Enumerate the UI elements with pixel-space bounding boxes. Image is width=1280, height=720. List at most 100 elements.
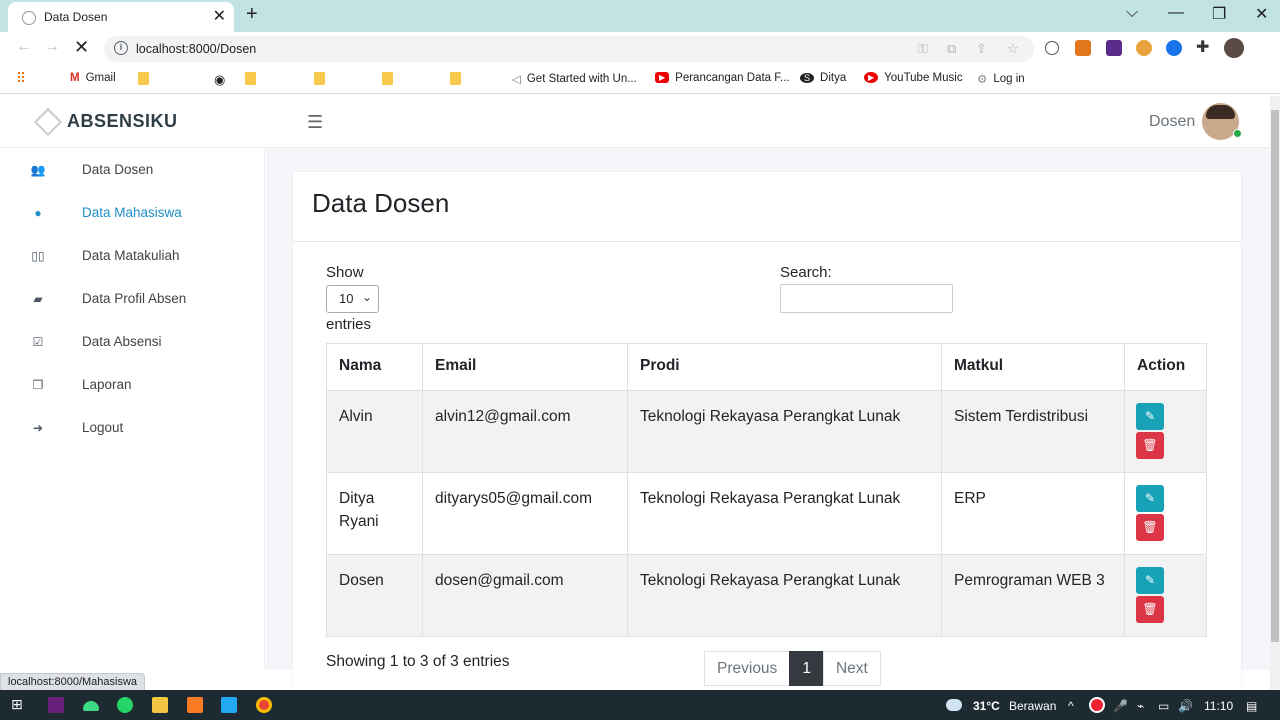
windows-start-icon[interactable]: ⊞ (11, 696, 27, 712)
extensions-puzzle-icon[interactable]: ✚ (1196, 40, 1212, 56)
clock-time[interactable]: 11:10 (1204, 699, 1233, 713)
tab-search-icon[interactable]: ⌵ (1126, 4, 1138, 22)
sidebar-item-data-profil-absen[interactable]: ▰ Data Profil Absen (0, 284, 265, 314)
bookmark-folder[interactable] (314, 72, 325, 85)
sidebar-item-laporan[interactable]: ❐ Laporan (0, 370, 265, 400)
cell-prodi: Teknologi Rekayasa Perangkat Lunak (627, 472, 942, 555)
edit-button[interactable]: ✎ (1136, 485, 1164, 512)
notifications-icon[interactable]: ▤ (1246, 699, 1257, 713)
site-info-icon[interactable]: i (114, 41, 128, 55)
share-icon[interactable]: ⇪ (976, 41, 987, 57)
brand-logo[interactable]: ABSENSIKU (67, 111, 178, 132)
metamask-icon[interactable] (1075, 40, 1091, 56)
bookmarks-bar: ⠿ M Gmail ◉ ◁ Get Started with Un... ▶ Pera… (0, 66, 1280, 94)
cell-action: ✎ 🗑 (1124, 472, 1207, 555)
sidebar: 👥 Data Dosen ● Data Mahasiswa ▯▯ Data Ma… (0, 148, 265, 670)
xampp-icon[interactable] (187, 697, 203, 713)
bookmark-ditya[interactable]: S Ditya (800, 72, 846, 84)
column-header-nama[interactable]: Nama (326, 343, 423, 391)
cell-prodi: Teknologi Rekayasa Perangkat Lunak (627, 390, 942, 473)
address-url[interactable]: localhost:8000/Dosen (136, 42, 256, 56)
volume-icon[interactable]: 🔊 (1178, 699, 1193, 713)
extension-cloud-icon[interactable] (1045, 41, 1059, 55)
chrome-icon[interactable] (256, 697, 272, 713)
folder-icon (450, 72, 461, 85)
bookmark-get-started[interactable]: ◁ Get Started with Un... (512, 72, 637, 86)
bookmark-folder[interactable] (450, 72, 461, 85)
column-header-matkul[interactable]: Matkul (941, 343, 1125, 391)
chevron-up-icon[interactable]: ^ (1068, 699, 1074, 713)
extension-cookie-icon[interactable] (1136, 40, 1152, 56)
pagination-next[interactable]: Next (822, 651, 881, 686)
pencil-icon: ✎ (1144, 573, 1156, 587)
forward-icon[interactable]: → (44, 38, 60, 56)
weather-condition[interactable]: Berawan (1009, 699, 1056, 713)
folder-icon (382, 72, 393, 85)
network-icon[interactable]: ⌁ (1137, 699, 1144, 713)
sidebar-item-data-matakuliah[interactable]: ▯▯ Data Matakuliah (0, 241, 265, 271)
battery-icon[interactable]: ▭ (1158, 699, 1169, 713)
table-row: Alvin alvin12@gmail.com Teknologi Rekaya… (326, 390, 1207, 473)
sidebar-item-data-absensi[interactable]: ☑ Data Absensi (0, 327, 265, 357)
bookmark-perancangan[interactable]: ▶ Perancangan Data F... (655, 72, 790, 84)
file-explorer-icon[interactable] (152, 697, 168, 713)
entries-label: entries (326, 316, 372, 333)
sidebar-item-data-dosen[interactable]: 👥 Data Dosen (0, 155, 265, 185)
back-icon[interactable]: ← (16, 38, 32, 56)
bookmark-folder[interactable] (382, 72, 393, 85)
tab-close-icon[interactable]: ✕ (213, 6, 226, 26)
search-input[interactable] (780, 284, 953, 313)
column-header-email[interactable]: Email (422, 343, 628, 391)
whatsapp-icon[interactable] (117, 697, 133, 713)
android-studio-icon[interactable] (83, 701, 99, 711)
column-header-prodi[interactable]: Prodi (627, 343, 942, 391)
page-size-value: 10 (339, 291, 354, 306)
new-tab-button[interactable]: + (246, 3, 258, 26)
delete-button[interactable]: 🗑 (1136, 596, 1164, 623)
apps-grid-icon[interactable]: ⠿ (16, 70, 26, 87)
cell-email: alvin12@gmail.com (422, 390, 628, 473)
pagination-previous[interactable]: Previous (704, 651, 791, 686)
delete-button[interactable]: 🗑 (1136, 432, 1164, 459)
browser-tab[interactable]: Data Dosen ✕ (8, 2, 234, 32)
translate-icon[interactable]: ⧉ (947, 41, 956, 57)
bookmark-login[interactable]: ⚙ Log in (977, 72, 1025, 86)
cell-action: ✎ 🗑 (1124, 554, 1207, 637)
profile-avatar[interactable] (1224, 38, 1244, 58)
bookmark-gmail[interactable]: M Gmail (70, 72, 116, 84)
youtube-music-icon: ▶ (864, 72, 879, 84)
user-name[interactable]: Dosen (1149, 113, 1195, 131)
online-status-dot (1233, 129, 1242, 138)
vscode-icon[interactable] (221, 697, 237, 713)
stop-loading-icon[interactable]: ✕ (74, 37, 89, 58)
cell-email: dityarys05@gmail.com (422, 472, 628, 555)
page-scrollbar[interactable] (1270, 96, 1280, 690)
bookmark-globe[interactable]: ◉ (214, 72, 231, 88)
extension-badge-icon[interactable] (1106, 40, 1122, 56)
scrollbar-thumb[interactable] (1271, 110, 1279, 642)
pagination-page-1[interactable]: 1 (789, 651, 824, 686)
gear-icon: ⚙ (977, 74, 988, 86)
key-icon[interactable]: ⚿ (918, 41, 928, 57)
microphone-icon[interactable]: 🎤 (1113, 699, 1128, 713)
bookmark-folder[interactable] (138, 72, 149, 85)
sidebar-item-data-mahasiswa[interactable]: ● Data Mahasiswa (0, 198, 265, 228)
restore-button[interactable]: ❐ (1212, 4, 1226, 24)
bookmark-youtube-music[interactable]: ▶ YouTube Music (864, 72, 963, 84)
address-bar[interactable]: i localhost:8000/Dosen ⚿ ⧉ ⇪ ☆ (104, 36, 1034, 62)
sidebar-item-logout[interactable]: ➜ Logout (0, 413, 265, 443)
page-size-select[interactable]: 10 ⌄ (326, 285, 379, 313)
edit-button[interactable]: ✎ (1136, 403, 1164, 430)
extension-a-icon[interactable] (1166, 40, 1182, 56)
edit-button[interactable]: ✎ (1136, 567, 1164, 594)
bookmark-star-icon[interactable]: ☆ (1007, 41, 1019, 57)
close-window-button[interactable]: ✕ (1255, 4, 1268, 24)
hamburger-menu-icon[interactable]: ☰ (307, 112, 323, 133)
weather-temperature[interactable]: 31°C (973, 699, 1000, 713)
bookmark-folder[interactable] (245, 72, 256, 85)
delete-button[interactable]: 🗑 (1136, 514, 1164, 541)
minimize-button[interactable]: — (1168, 4, 1184, 22)
visual-studio-icon[interactable] (48, 697, 64, 713)
weather-cloud-icon[interactable] (946, 699, 962, 711)
record-icon[interactable] (1089, 697, 1105, 713)
